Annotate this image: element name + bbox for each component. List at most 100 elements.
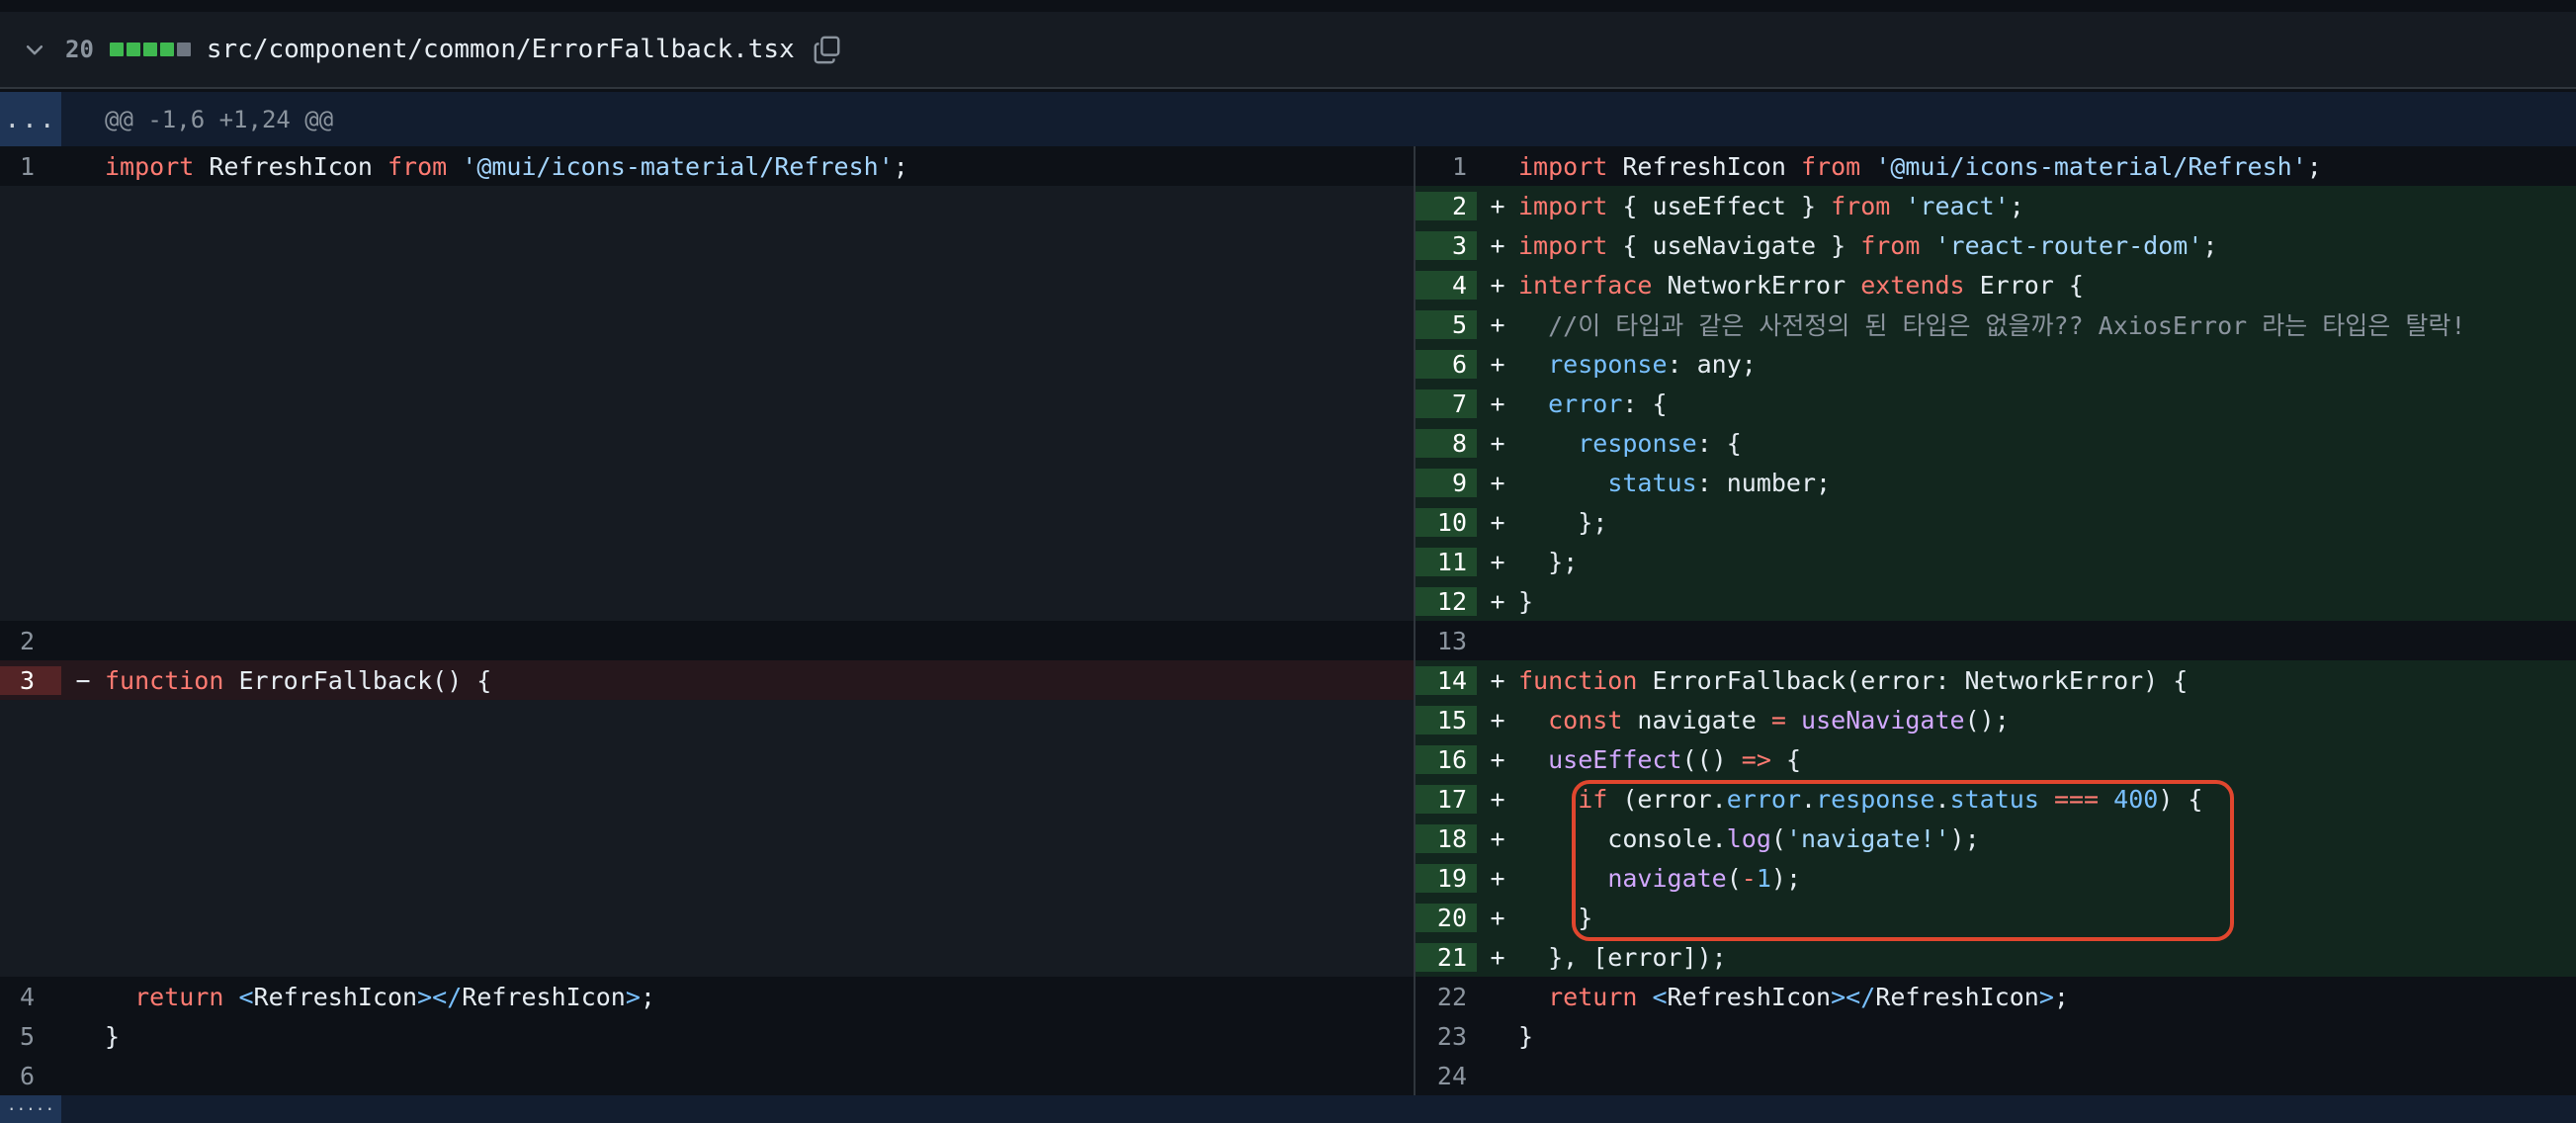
line-number[interactable]: 5 [1416,309,1477,339]
line-number[interactable]: 18 [1416,823,1477,853]
line-number[interactable]: 13 [1416,627,1477,655]
diff-row [0,423,1414,463]
line-number[interactable]: 2 [1416,191,1477,220]
line-number[interactable]: 7 [1416,389,1477,418]
line-number[interactable]: 3 [1416,230,1477,260]
diff-row: 5 + //이 타입과 같은 사전정의 된 타입은 없을까?? AxiosErro… [1416,304,2576,344]
diff-row [0,739,1414,779]
diff-marker: + [1490,823,1505,853]
line-number[interactable]: 6 [1416,349,1477,379]
code-token: response [1548,349,1668,379]
code-token: (() [1681,744,1742,774]
diff-row: 2 + import { useEffect } from 'react'; [1416,186,2576,225]
chevron-down-icon[interactable] [20,35,49,64]
right-pane: 1 import RefreshIcon from '@mui/icons-mat… [1416,146,2576,1095]
diff-row [0,463,1414,502]
copy-path-button[interactable] [811,33,844,66]
code-token: ) { [2158,784,2203,814]
line-number[interactable]: 1 [1416,152,1477,181]
line-number[interactable]: 6 [0,1062,61,1090]
diff-row [0,186,1414,225]
diff-marker: + [1490,784,1505,814]
code-token: navigate [1622,705,1771,734]
line-number[interactable]: 24 [1416,1062,1477,1090]
line-number[interactable]: 20 [1416,903,1477,932]
line-number[interactable]: 9 [1416,468,1477,497]
code-line: navigate(-1); [1518,864,2576,893]
line-number[interactable]: 17 [1416,784,1477,814]
diff-marker: + [1490,547,1505,576]
diff-row: 21 + }, [error]); [1416,937,2576,977]
code-token: === [2053,784,2100,814]
line-number[interactable]: 4 [0,983,61,1011]
diffstat-square [176,43,191,56]
diff-marker: + [1490,309,1505,339]
code-token: interface [1518,270,1653,300]
code-line: import { useNavigate } from 'react-route… [1518,231,2576,260]
expand-down-button[interactable]: ..... [0,1095,61,1123]
code-line: interface NetworkError extends Error { [1518,271,2576,300]
code-token: log [1726,823,1771,853]
diff-row: 19 + navigate(-1); [1416,858,2576,898]
code-token: 400 [2113,784,2159,814]
diff-row: 3− function ErrorFallback() { [0,660,1414,700]
code-line: status: number; [1518,469,2576,497]
diff-row: 1 import RefreshIcon from '@mui/icons-mat… [0,146,1414,186]
line-number[interactable]: 3 [0,665,61,695]
code-token: useEffect [1548,744,1682,774]
line-number[interactable]: 14 [1416,665,1477,695]
code-line: import RefreshIcon from '@mui/icons-mate… [1518,152,2576,181]
diff-row: 18 + console.log('navigate!'); [1416,819,2576,858]
code-token: . [1801,784,1817,814]
line-number[interactable]: 10 [1416,507,1477,537]
line-number[interactable]: 16 [1416,744,1477,774]
code-token: } [1518,586,1534,616]
line-number[interactable]: 12 [1416,586,1477,616]
code-line: //이 타입과 같은 사전정의 된 타입은 없을까?? AxiosError 라… [1518,306,2576,342]
code-line: } [105,1022,1414,1051]
line-number[interactable]: 1 [0,152,61,181]
expand-up-button[interactable]: ... [0,92,61,146]
line-number[interactable]: 23 [1416,1022,1477,1051]
code-token: : number; [1696,468,1832,497]
code-token: console. [1518,823,1727,853]
diff-row: 20 + } [1416,898,2576,937]
diff-marker: − [75,665,91,695]
line-number[interactable]: 5 [0,1022,61,1051]
line-number[interactable]: 21 [1416,942,1477,972]
line-number[interactable]: 8 [1416,428,1477,458]
line-number[interactable]: 11 [1416,547,1477,576]
top-strip [0,0,2576,12]
code-token: ; [2202,230,2218,260]
diff-row: 14 + function ErrorFallback(error: Network… [1416,660,2576,700]
line-number[interactable]: 22 [1416,983,1477,1011]
diff-row [0,581,1414,621]
line-number[interactable]: 4 [1416,270,1477,300]
code-token: ; [893,151,908,181]
diff-row [0,937,1414,977]
diff-row [0,542,1414,581]
diff-marker: + [1490,349,1505,379]
line-number[interactable]: 15 [1416,705,1477,734]
diff-row [0,898,1414,937]
code-line: return <RefreshIcon></RefreshIcon>; [1518,983,2576,1011]
code-line: }; [1518,508,2576,537]
diff-row: 4 return <RefreshIcon></RefreshIcon>; [0,977,1414,1016]
code-line: if (error.error.response.status === 400)… [1518,785,2576,814]
code-token: < [238,982,254,1011]
line-number[interactable]: 19 [1416,863,1477,893]
diffstat-square [126,43,140,56]
code-token: . [1934,784,1950,814]
code-token: RefreshIcon [1875,982,2039,1011]
code-token: ; [2009,191,2024,220]
diff-row: 24 [1416,1056,2576,1095]
line-number[interactable]: 2 [0,627,61,655]
code-token: import [105,151,195,181]
code-line: }, [error]); [1518,943,2576,972]
